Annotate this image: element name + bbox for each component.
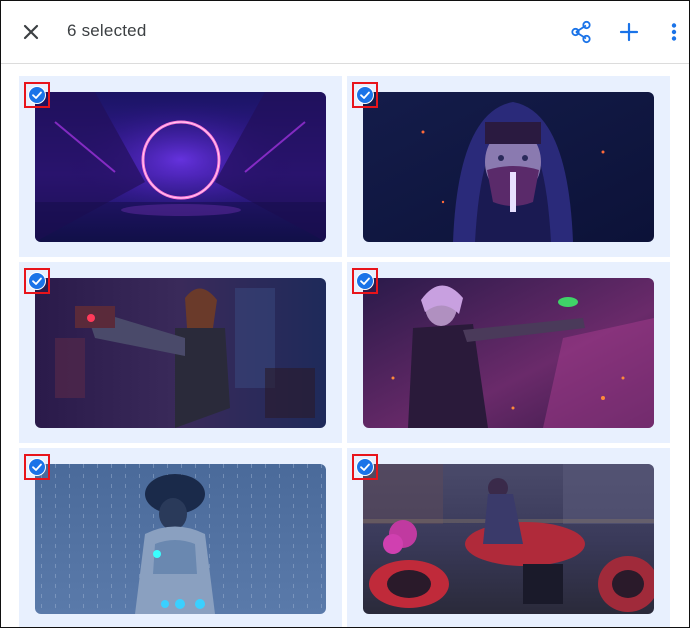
check-circle-icon (356, 458, 374, 476)
photo-thumbnail[interactable] (35, 278, 326, 428)
photo-tile[interactable] (19, 448, 342, 627)
photo-tile[interactable] (347, 448, 670, 627)
more-options-button[interactable] (663, 18, 685, 46)
photo-thumbnail[interactable] (35, 464, 326, 614)
selection-checkbox[interactable] (24, 82, 50, 108)
selection-checkbox[interactable] (352, 454, 378, 480)
photo-thumbnail[interactable] (363, 92, 654, 242)
selection-checkbox[interactable] (24, 454, 50, 480)
photo-thumbnail[interactable] (35, 92, 326, 242)
photo-grid (1, 64, 689, 627)
photo-thumbnail[interactable] (363, 278, 654, 428)
check-circle-icon (28, 458, 46, 476)
photo-tile[interactable] (19, 76, 342, 257)
check-circle-icon (356, 86, 374, 104)
check-circle-icon (28, 86, 46, 104)
share-icon (571, 20, 591, 44)
check-circle-icon (356, 272, 374, 290)
pink-haired-gunner-image (363, 278, 654, 428)
add-button[interactable] (615, 18, 643, 46)
check-circle-icon (28, 272, 46, 290)
close-button[interactable] (17, 18, 45, 46)
photo-tile[interactable] (347, 76, 670, 257)
hooded-masked-woman-image (363, 92, 654, 242)
selection-checkbox[interactable] (352, 268, 378, 294)
share-button[interactable] (567, 18, 595, 46)
photo-tile[interactable] (347, 262, 670, 443)
motorcycle-rider-street-image (363, 464, 654, 614)
close-icon (23, 24, 39, 40)
photo-tile[interactable] (19, 262, 342, 443)
woman-with-gun-image (35, 278, 326, 428)
selection-toolbar: 6 selected (1, 1, 689, 64)
selection-checkbox[interactable] (24, 268, 50, 294)
cyborg-woman-back-image (35, 464, 326, 614)
photo-thumbnail[interactable] (363, 464, 654, 614)
selection-checkbox[interactable] (352, 82, 378, 108)
add-icon (619, 22, 639, 42)
neon-ring-portal-image (35, 92, 326, 242)
selection-count-title: 6 selected (67, 21, 147, 40)
more-vert-icon (671, 23, 677, 41)
